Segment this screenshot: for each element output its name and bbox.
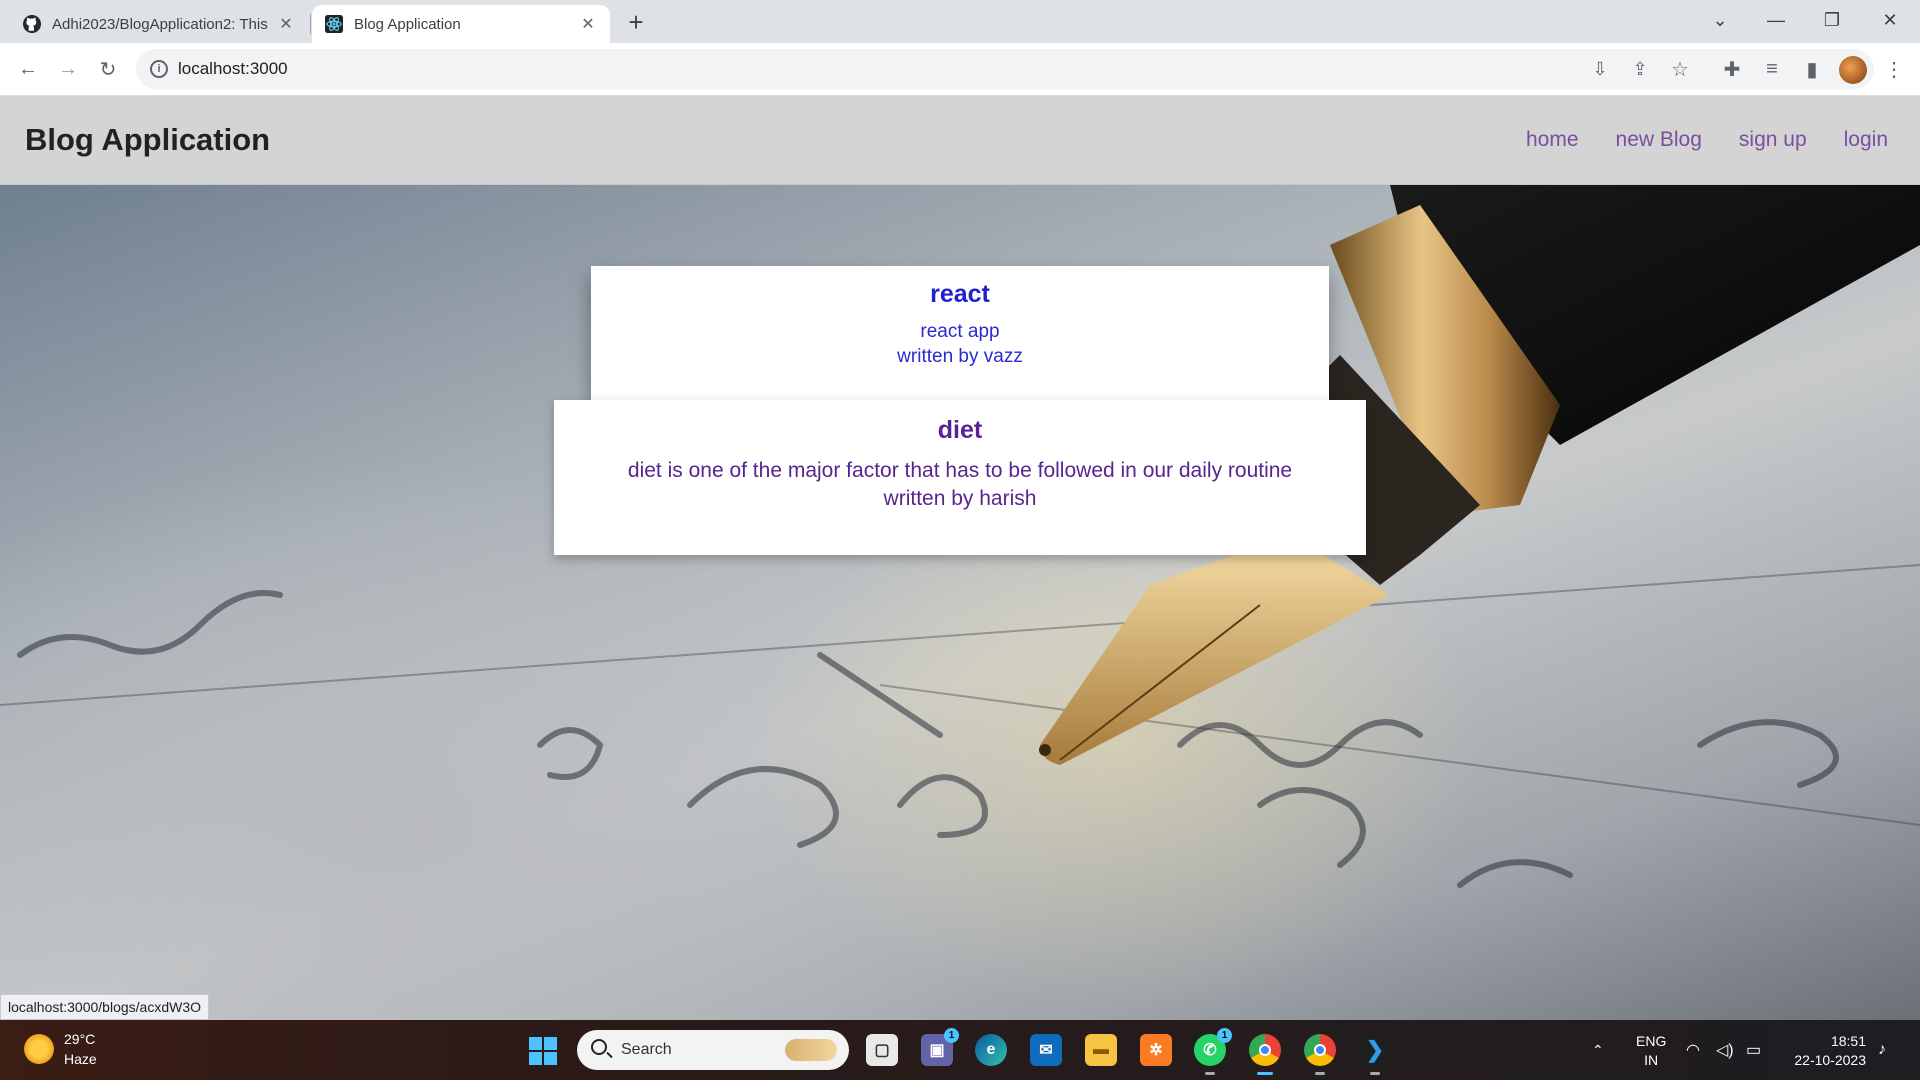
- search-highlight-icon: [785, 1039, 837, 1061]
- vscode-icon[interactable]: ❯: [1359, 1034, 1391, 1075]
- running-indicator: [1315, 1072, 1325, 1075]
- address-bar[interactable]: i localhost:3000 ⇩ ⇪ ☆: [136, 49, 1874, 89]
- windows-logo-pane: [544, 1037, 557, 1050]
- reload-icon[interactable]: ↻: [92, 53, 124, 85]
- clock-time: 18:51: [1830, 1033, 1866, 1049]
- tab-title: Blog Application: [354, 15, 461, 33]
- install-app-icon[interactable]: ⇩: [1584, 53, 1616, 85]
- tab-search-chevron-icon[interactable]: ⌄: [1692, 0, 1748, 40]
- menu-icon[interactable]: ⋮: [1878, 53, 1910, 85]
- chrome-icon[interactable]: [1249, 1034, 1281, 1075]
- running-indicator: [1257, 1072, 1273, 1075]
- running-indicator: [1205, 1072, 1215, 1075]
- chrome-center: [1314, 1044, 1326, 1056]
- share-icon[interactable]: ⇪: [1624, 53, 1656, 85]
- blog-description: react app: [920, 321, 1000, 342]
- new-tab-button[interactable]: +: [622, 8, 650, 36]
- side-panel-icon[interactable]: ▮: [1796, 53, 1828, 85]
- reading-list-icon[interactable]: ≡: [1756, 53, 1788, 85]
- show-hidden-icons-chevron[interactable]: ⌃: [1592, 1020, 1604, 1080]
- edge-icon[interactable]: e: [975, 1034, 1007, 1066]
- wifi-icon[interactable]: ◠: [1686, 1020, 1700, 1080]
- nav-home-link[interactable]: home: [1526, 128, 1579, 152]
- blog-title: react: [930, 280, 990, 308]
- react-icon: [324, 14, 344, 34]
- task-view-icon[interactable]: ▢: [866, 1034, 898, 1066]
- windows-logo-pane: [529, 1037, 542, 1050]
- blog-title: diet: [937, 416, 983, 444]
- region-code: IN: [1644, 1052, 1659, 1068]
- teams-chat-icon[interactable]: ▣ 1: [921, 1028, 959, 1066]
- link-status-bubble: localhost:3000/blogs/acxdW3O: [0, 994, 209, 1020]
- blog-author: written by harish: [883, 487, 1037, 510]
- nav-sign-up-link[interactable]: sign up: [1739, 128, 1807, 152]
- blog-card[interactable]: diet diet is one of the major factor tha…: [554, 400, 1366, 555]
- brand-title[interactable]: Blog Application: [25, 122, 270, 158]
- bookmark-star-icon[interactable]: ☆: [1664, 53, 1696, 85]
- search-icon: [591, 1039, 607, 1055]
- profile-avatar[interactable]: [1839, 56, 1867, 84]
- start-button[interactable]: [529, 1037, 557, 1065]
- search-label: Search: [621, 1041, 672, 1058]
- volume-icon[interactable]: ◁): [1716, 1020, 1734, 1080]
- nav-links: home new Blog sign up login: [1526, 128, 1888, 152]
- windows-logo-pane: [544, 1052, 557, 1065]
- weather-temperature[interactable]: 29°C: [64, 1031, 95, 1047]
- close-tab-icon[interactable]: ✕: [578, 14, 598, 34]
- browser-toolbar: ← → ↻ i localhost:3000 ⇩ ⇪ ☆ ✚ ≡ ▮ ⋮: [0, 43, 1920, 96]
- nav-new-blog-link[interactable]: new Blog: [1616, 128, 1702, 152]
- github-icon: [22, 14, 42, 34]
- chrome-center: [1259, 1044, 1271, 1056]
- close-tab-icon[interactable]: ✕: [276, 14, 296, 34]
- close-window-icon[interactable]: ✕: [1862, 0, 1918, 40]
- site-info-icon[interactable]: i: [150, 60, 168, 78]
- tab-title: Adhi2023/BlogApplication2: This: [52, 15, 268, 33]
- taskbar-search-box[interactable]: Search: [577, 1030, 849, 1070]
- running-indicator: [1370, 1072, 1380, 1075]
- language-code: ENG: [1636, 1033, 1667, 1049]
- notification-badge: 1: [944, 1028, 959, 1043]
- whatsapp-icon[interactable]: ✆ 1: [1194, 1028, 1232, 1075]
- minimize-icon[interactable]: —: [1748, 0, 1804, 40]
- notification-badge: 1: [1217, 1028, 1232, 1043]
- browser-tabstrip: Adhi2023/BlogApplication2: This ✕ Blog A…: [0, 0, 1920, 43]
- extensions-icon[interactable]: ✚: [1716, 53, 1748, 85]
- blog-author: written by vazz: [897, 346, 1023, 367]
- tab-divider: [310, 14, 311, 34]
- forward-icon[interactable]: →: [52, 53, 84, 85]
- xampp-icon[interactable]: ✲: [1140, 1034, 1172, 1066]
- restore-icon[interactable]: ❐: [1804, 0, 1860, 40]
- system-clock[interactable]: 18:51 22-10-2023: [1784, 1032, 1866, 1070]
- language-indicator[interactable]: ENG IN: [1636, 1032, 1666, 1070]
- file-explorer-icon[interactable]: ▬: [1085, 1034, 1117, 1066]
- app-navbar: Blog Application home new Blog sign up l…: [0, 96, 1920, 185]
- nav-login-link[interactable]: login: [1844, 128, 1888, 152]
- battery-icon[interactable]: ▭: [1746, 1020, 1761, 1080]
- back-icon[interactable]: ←: [12, 53, 44, 85]
- tab-github[interactable]: Adhi2023/BlogApplication2: This ✕: [10, 5, 308, 43]
- weather-haze-icon[interactable]: [24, 1034, 54, 1064]
- windows-taskbar: 29°C Haze Search ▢ ▣ 1 e ✉ ▬ ✲ ✆ 1 ❯ ⌃ ENG…: [0, 1020, 1920, 1080]
- tab-blog-application[interactable]: Blog Application ✕: [312, 5, 610, 43]
- blog-card[interactable]: react react app written by vazz: [591, 266, 1329, 400]
- weather-condition[interactable]: Haze: [64, 1051, 97, 1067]
- chrome-profile-icon[interactable]: [1304, 1034, 1336, 1075]
- blog-description: diet is one of the major factor that has…: [627, 459, 1293, 482]
- windows-logo-pane: [529, 1052, 542, 1065]
- mail-icon[interactable]: ✉: [1030, 1034, 1062, 1066]
- address-text[interactable]: localhost:3000: [178, 59, 288, 79]
- notifications-bell-icon[interactable]: ♪: [1878, 1020, 1886, 1080]
- clock-date: 22-10-2023: [1794, 1052, 1866, 1068]
